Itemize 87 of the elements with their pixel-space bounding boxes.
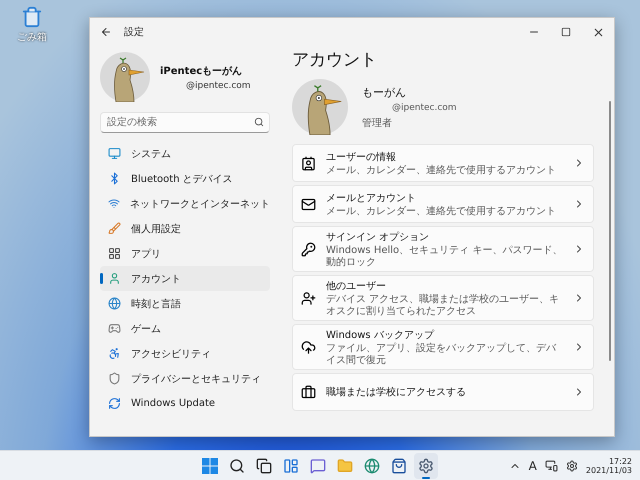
search-icon [254, 117, 264, 127]
globe-icon [108, 297, 121, 310]
desktop-icon-label: ごみ箱 [17, 31, 47, 44]
key-icon [301, 242, 316, 256]
ime-indicator[interactable]: A [528, 458, 537, 472]
sidebar-item-label: アクセシビリティ [131, 348, 211, 360]
sidebar-item-label: Bluetooth とデバイス [131, 172, 233, 186]
gear-icon[interactable] [566, 460, 578, 472]
card-title: 職場または学校にアクセスする [326, 386, 467, 399]
search-field[interactable]: 設定の検索 [100, 112, 270, 133]
sidebar-item[interactable]: ネットワークとインターネット [100, 191, 270, 216]
widgets-icon [283, 458, 299, 474]
folder-icon [337, 458, 353, 474]
mail-icon [301, 196, 316, 212]
chat-icon [310, 458, 326, 474]
settings-card[interactable]: メールとアカウント メール、カレンダー、連絡先で使用するアカウント [292, 185, 594, 223]
store-icon [391, 458, 407, 474]
card-subtitle: デバイス アクセス、職場または学校のユーザー、キオスクに割り当てられたアクセス [326, 294, 560, 317]
user-role: 管理者 [362, 116, 393, 130]
accessibility-icon [108, 347, 121, 360]
monitor-icon [108, 147, 121, 160]
sidebar-item-label: アカウント [131, 272, 181, 286]
sidebar-item[interactable]: 時刻と言語 [100, 291, 270, 316]
scrollbar[interactable] [609, 101, 611, 361]
sidebar-item[interactable]: 個人用設定 [100, 216, 270, 241]
window-title: 設定 [124, 26, 144, 39]
sidebar-item-label: アプリ [131, 248, 161, 260]
settings-card[interactable]: Windows バックアップ ファイル、アプリ、設定をバックアップして、デバイス間で復元 [292, 324, 594, 370]
card-title: ユーザーの情報 [326, 150, 397, 164]
card-title: メールとアカウント [326, 192, 417, 205]
card-subtitle: ファイル、アプリ、設定をバックアップして、デバイス間で復元 [326, 343, 558, 366]
sidebar-item-label: ネットワークとインターネット [130, 198, 270, 210]
card-subtitle: メール、カレンダー、連絡先で使用するアカウント [326, 206, 557, 218]
maximize-icon [561, 27, 571, 37]
close-icon [592, 26, 604, 38]
sidebar-item[interactable]: システム [100, 141, 270, 166]
sidebar-item[interactable]: アプリ [100, 241, 270, 266]
sidebar-item-label: ゲーム [131, 322, 161, 336]
brush-icon [108, 222, 121, 235]
recycle-bin-icon[interactable] [21, 6, 43, 28]
user-name: もーがん [362, 84, 407, 100]
settings-card[interactable]: 職場または学校にアクセスする [292, 373, 594, 411]
contact-icon [301, 156, 316, 170]
task-view-icon [256, 458, 272, 474]
gamepad-icon [108, 322, 121, 335]
sidebar-item-label: 時刻と言語 [131, 298, 181, 310]
avatar-icon [100, 52, 150, 102]
sidebar-item-label: プライバシーとセキュリティ [131, 372, 261, 386]
briefcase-icon [301, 384, 316, 400]
apps-icon [108, 247, 121, 260]
shield-icon [108, 372, 121, 385]
settings-card[interactable]: サインイン オプション Windows Hello、セキュリティ キー、パスワード、動的ロック [292, 226, 594, 272]
sidebar-item[interactable]: Bluetooth とデバイス [100, 166, 270, 191]
card-title: 他のユーザー [326, 280, 387, 293]
clock-time[interactable]: 17:22 [608, 456, 632, 466]
sidebar-item[interactable]: Windows Update [100, 391, 270, 416]
card-subtitle: メール、カレンダー、連絡先で使用するアカウント [326, 164, 557, 176]
avatar-icon [292, 79, 348, 135]
sidebar-item-label: Windows Update [131, 398, 216, 409]
browser-icon [364, 458, 380, 474]
card-title: Windows バックアップ [326, 328, 436, 342]
clock-date[interactable]: 2021/11/03 [586, 466, 632, 474]
user-email: @ipentec.com [391, 102, 457, 112]
network-icon[interactable] [544, 459, 558, 472]
person-icon [108, 272, 121, 285]
settings-icon [418, 458, 434, 474]
settings-card[interactable]: 他のユーザー デバイス アクセス、職場または学校のユーザー、キオスクに割り当てられたアクセス [292, 275, 594, 321]
user-email: @ipentec.com [185, 80, 251, 90]
sidebar-item[interactable]: アクセシビリティ [100, 341, 270, 366]
settings-card[interactable]: ユーザーの情報 メール、カレンダー、連絡先で使用するアカウント [292, 144, 594, 182]
start-icon [202, 458, 218, 474]
user-name: iPentecもーがん [160, 64, 244, 78]
bluetooth-icon [108, 172, 121, 185]
card-subtitle: Windows Hello、セキュリティ キー、パスワード、動的ロック [326, 245, 563, 268]
back-arrow-icon [100, 26, 112, 38]
sidebar-item[interactable]: プライバシーとセキュリティ [100, 366, 270, 391]
sidebar-item-label: システム [131, 148, 171, 160]
sidebar-item[interactable]: アカウント [100, 266, 270, 291]
page-title: アカウント [292, 49, 378, 72]
back-button[interactable] [100, 26, 112, 38]
sidebar-item[interactable]: ゲーム [100, 316, 270, 341]
backup-icon [301, 340, 316, 354]
add-user-icon [301, 290, 316, 306]
card-title: サインイン オプション [326, 230, 430, 244]
sidebar-item-label: 個人用設定 [131, 222, 181, 236]
update-icon [108, 397, 121, 410]
search-icon [229, 458, 245, 474]
